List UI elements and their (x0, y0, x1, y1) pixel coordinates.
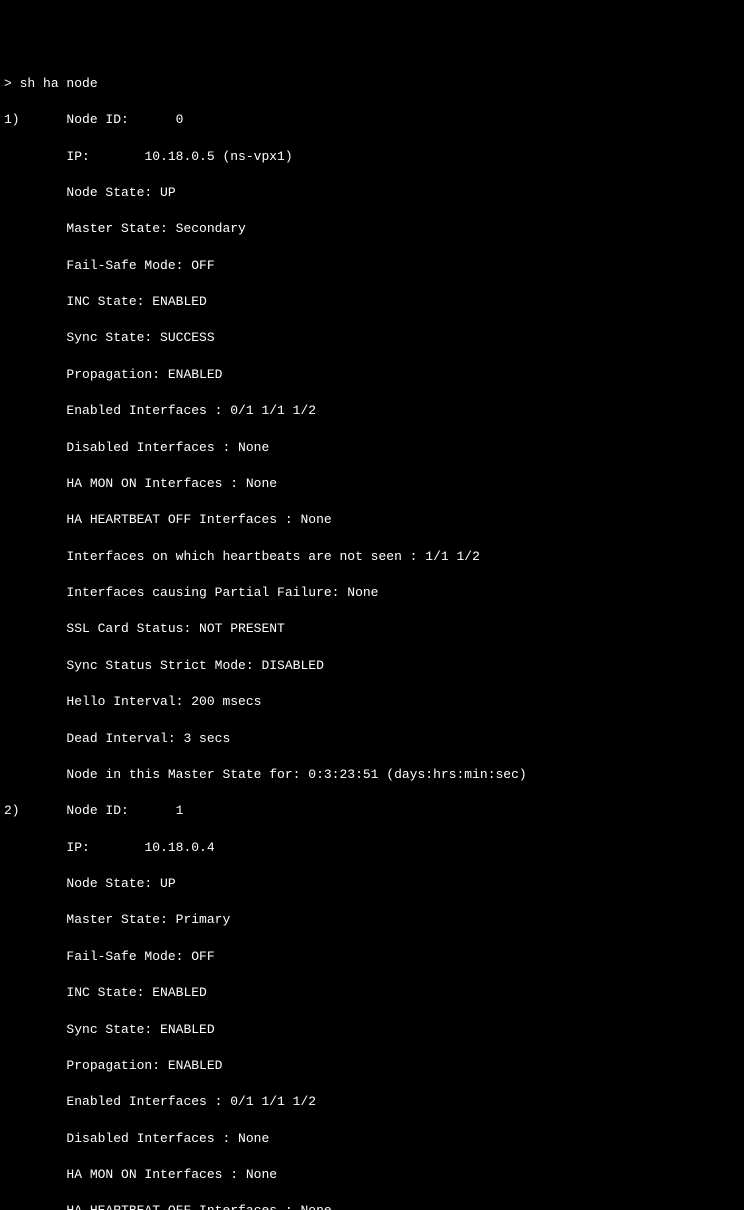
node2-state-line: Node State: UP (4, 875, 740, 893)
node1-prop-line: Propagation: ENABLED (4, 366, 740, 384)
node1-mastertime-line: Node in this Master State for: 0:3:23:51… (4, 766, 740, 784)
node2-enabled-if-line: Enabled Interfaces : 0/1 1/1 1/2 (4, 1093, 740, 1111)
command-line: > sh ha node (4, 75, 740, 93)
node2-inc: INC State: ENABLED (66, 985, 206, 1000)
node1-ip-label: IP: (66, 149, 89, 164)
node1-notseen: Interfaces on which heartbeats are not s… (66, 549, 479, 564)
node1-ssl-line: SSL Card Status: NOT PRESENT (4, 620, 740, 638)
node1-failsafe: Fail-Safe Mode: OFF (66, 258, 214, 273)
node1-notseen-line: Interfaces on which heartbeats are not s… (4, 548, 740, 566)
node1-partial: Interfaces causing Partial Failure: None (66, 585, 378, 600)
node1-heartbeat: HA HEARTBEAT OFF Interfaces : None (66, 512, 331, 527)
node1-disabled-if-line: Disabled Interfaces : None (4, 439, 740, 457)
node1-inc: INC State: ENABLED (66, 294, 206, 309)
node2-id-line: 2) Node ID: 1 (4, 802, 740, 820)
node2-prop: Propagation: ENABLED (66, 1058, 222, 1073)
node1-disabled-if: Disabled Interfaces : None (66, 440, 269, 455)
node2-heartbeat-line: HA HEARTBEAT OFF Interfaces : None (4, 1202, 740, 1210)
node1-dead-line: Dead Interval: 3 secs (4, 730, 740, 748)
node1-dead: Dead Interval: 3 secs (66, 731, 230, 746)
node1-hello: Hello Interval: 200 msecs (66, 694, 261, 709)
node1-index: 1) (4, 112, 20, 127)
node1-hamon: HA MON ON Interfaces : None (66, 476, 277, 491)
node2-heartbeat: HA HEARTBEAT OFF Interfaces : None (66, 1203, 331, 1210)
node2-master: Master State: Primary (66, 912, 230, 927)
node2-sync-line: Sync State: ENABLED (4, 1021, 740, 1039)
node1-inc-line: INC State: ENABLED (4, 293, 740, 311)
node1-failsafe-line: Fail-Safe Mode: OFF (4, 257, 740, 275)
node1-ip-value: 10.18.0.5 (ns-vpx1) (144, 149, 292, 164)
node2-sync: Sync State: ENABLED (66, 1022, 214, 1037)
node2-inc-line: INC State: ENABLED (4, 984, 740, 1002)
node1-hamon-line: HA MON ON Interfaces : None (4, 475, 740, 493)
node1-master: Master State: Secondary (66, 221, 245, 236)
node2-id-value: 1 (176, 803, 184, 818)
node1-id-label: Node ID: (66, 112, 128, 127)
node2-disabled-if: Disabled Interfaces : None (66, 1131, 269, 1146)
node1-id-value: 0 (176, 112, 184, 127)
node1-master-line: Master State: Secondary (4, 220, 740, 238)
node2-state: Node State: UP (66, 876, 175, 891)
node2-disabled-if-line: Disabled Interfaces : None (4, 1130, 740, 1148)
node2-failsafe-line: Fail-Safe Mode: OFF (4, 948, 740, 966)
node1-id-line: 1) Node ID: 0 (4, 111, 740, 129)
node1-partial-line: Interfaces causing Partial Failure: None (4, 584, 740, 602)
node2-enabled-if: Enabled Interfaces : 0/1 1/1 1/2 (66, 1094, 316, 1109)
node2-ip-value: 10.18.0.4 (144, 840, 214, 855)
node1-strict-line: Sync Status Strict Mode: DISABLED (4, 657, 740, 675)
node1-prop: Propagation: ENABLED (66, 367, 222, 382)
command-text: sh ha node (20, 76, 98, 91)
node2-failsafe: Fail-Safe Mode: OFF (66, 949, 214, 964)
node1-state-line: Node State: UP (4, 184, 740, 202)
node1-strict: Sync Status Strict Mode: DISABLED (66, 658, 323, 673)
node1-sync: Sync State: SUCCESS (66, 330, 214, 345)
prompt: > (4, 76, 20, 91)
node2-index: 2) (4, 803, 20, 818)
node1-heartbeat-line: HA HEARTBEAT OFF Interfaces : None (4, 511, 740, 529)
node1-ssl: SSL Card Status: NOT PRESENT (66, 621, 284, 636)
node1-hello-line: Hello Interval: 200 msecs (4, 693, 740, 711)
node2-id-label: Node ID: (66, 803, 128, 818)
node1-mastertime: Node in this Master State for: 0:3:23:51… (66, 767, 526, 782)
node1-sync-line: Sync State: SUCCESS (4, 329, 740, 347)
node2-prop-line: Propagation: ENABLED (4, 1057, 740, 1075)
node2-hamon-line: HA MON ON Interfaces : None (4, 1166, 740, 1184)
node1-ip-line: IP: 10.18.0.5 (ns-vpx1) (4, 148, 740, 166)
node2-hamon: HA MON ON Interfaces : None (66, 1167, 277, 1182)
node2-master-line: Master State: Primary (4, 911, 740, 929)
node2-ip-label: IP: (66, 840, 89, 855)
node1-state: Node State: UP (66, 185, 175, 200)
node1-enabled-if-line: Enabled Interfaces : 0/1 1/1 1/2 (4, 402, 740, 420)
node1-enabled-if: Enabled Interfaces : 0/1 1/1 1/2 (66, 403, 316, 418)
node2-ip-line: IP: 10.18.0.4 (4, 839, 740, 857)
